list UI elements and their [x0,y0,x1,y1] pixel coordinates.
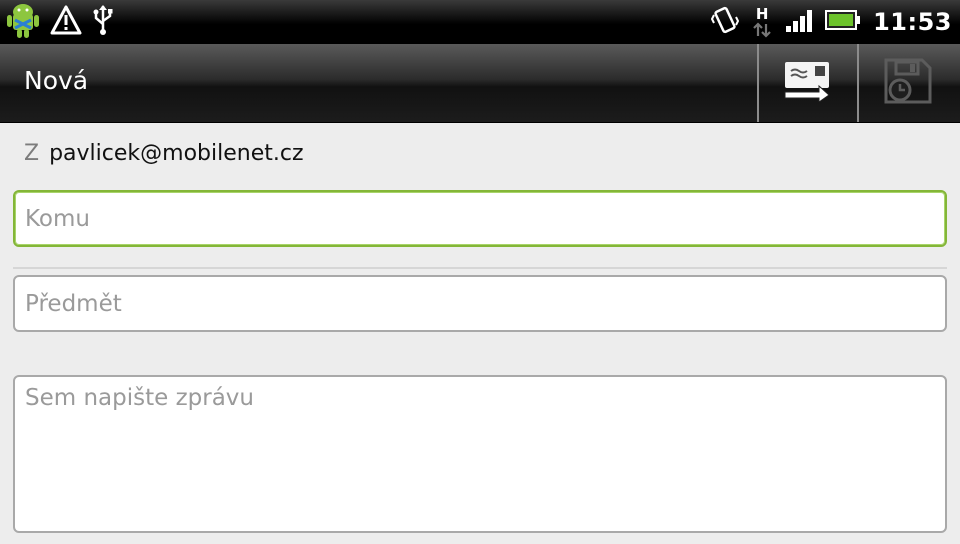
data-arrows-icon: H [751,4,773,38]
action-bar: Nová [0,44,960,123]
compose-form: Zpavlicek@mobilenet.cz [0,123,960,544]
save-draft-icon [882,58,932,108]
clock-time: 11:53 [873,8,952,36]
android-debug-icon [6,1,40,43]
network-type-label: H [755,4,769,23]
signal-icon [785,7,813,37]
send-icon [783,60,831,106]
to-field[interactable] [13,190,947,247]
status-bar: H 11:53 [0,0,960,44]
send-button[interactable] [757,44,855,122]
status-bar-system: H 11:53 [710,3,952,41]
from-row: Zpavlicek@mobilenet.cz [24,141,304,166]
subject-field[interactable] [13,275,947,332]
vibrate-icon [710,5,740,39]
usb-icon [92,4,114,40]
page-title: Nová [24,66,89,95]
from-address: pavlicek@mobilenet.cz [49,141,304,166]
status-bar-notifications [6,3,114,41]
battery-icon [825,9,861,35]
divider [13,267,947,269]
save-draft-button[interactable] [857,44,955,122]
warning-icon [50,5,82,39]
from-label: Z [24,141,40,166]
message-body-field[interactable] [13,375,947,533]
